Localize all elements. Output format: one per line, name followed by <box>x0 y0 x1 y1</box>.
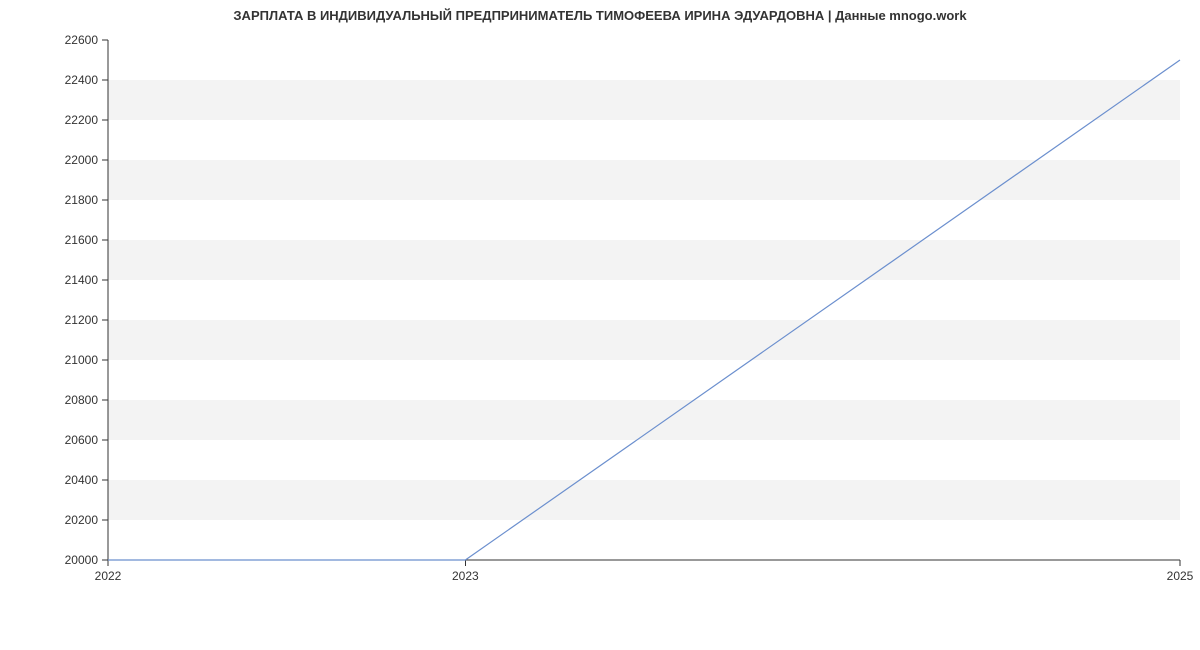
grid-band <box>108 80 1180 120</box>
x-tick-label: 2023 <box>452 569 479 583</box>
y-tick-label: 22000 <box>65 153 99 167</box>
y-tick-label: 22400 <box>65 73 99 87</box>
y-tick-label: 20800 <box>65 393 99 407</box>
y-tick-label: 21200 <box>65 313 99 327</box>
y-tick-label: 20400 <box>65 473 99 487</box>
grid-band <box>108 480 1180 520</box>
y-tick-label: 20000 <box>65 553 99 567</box>
y-tick-label: 21800 <box>65 193 99 207</box>
x-tick-label: 2022 <box>95 569 122 583</box>
x-tick-label: 2025 <box>1167 569 1194 583</box>
y-tick-label: 21400 <box>65 273 99 287</box>
y-tick-label: 21600 <box>65 233 99 247</box>
y-tick-label: 20600 <box>65 433 99 447</box>
grid-band <box>108 320 1180 360</box>
grid-band <box>108 160 1180 200</box>
y-tick-label: 21000 <box>65 353 99 367</box>
grid-band <box>108 240 1180 280</box>
grid-band <box>108 400 1180 440</box>
chart-svg: 20000 20200 20400 20600 20800 21000 21200 21400… <box>0 0 1200 650</box>
y-tick-label: 20200 <box>65 513 99 527</box>
y-tick-label: 22600 <box>65 33 99 47</box>
y-tick-label: 22200 <box>65 113 99 127</box>
chart-container: ЗАРПЛАТА В ИНДИВИДУАЛЬНЫЙ ПРЕДПРИНИМАТЕЛ… <box>0 0 1200 650</box>
